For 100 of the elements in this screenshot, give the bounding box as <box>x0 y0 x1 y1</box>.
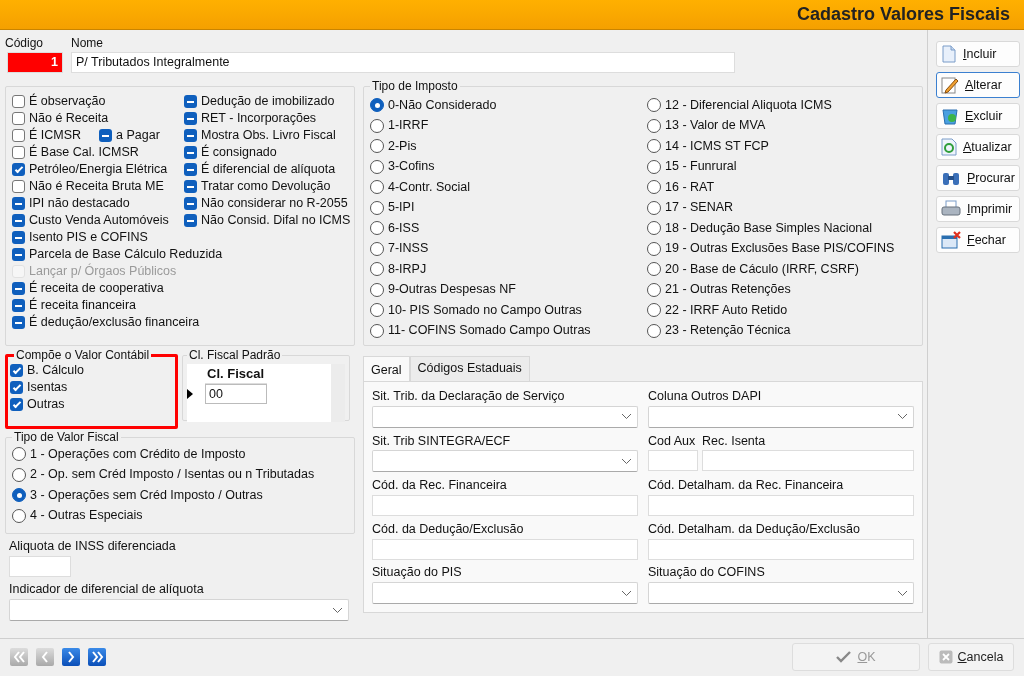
checkbox[interactable] <box>12 112 25 125</box>
checkbox[interactable] <box>12 163 25 176</box>
radio-button[interactable] <box>647 200 661 215</box>
next-button[interactable] <box>62 648 80 666</box>
radio-button[interactable] <box>370 139 384 154</box>
checkbox-label: É observação <box>29 92 106 111</box>
radio-label: 2 - Op. sem Créd Imposto / Isentas ou n Tributadas <box>30 466 315 484</box>
checkbox-label: É dedução/exclusão financeira <box>29 313 200 332</box>
radio-label: 22 - IRRF Auto Retido <box>665 301 788 319</box>
input-field[interactable] <box>648 538 914 560</box>
radio-button[interactable] <box>370 303 384 318</box>
last-button[interactable] <box>88 648 106 666</box>
toolbar-button[interactable]: Imprimir <box>936 196 1020 222</box>
radio-button[interactable] <box>647 221 661 236</box>
checkbox-label: Outras <box>27 396 65 414</box>
radio-button[interactable] <box>370 282 384 297</box>
checkbox[interactable] <box>12 299 25 312</box>
radio-button[interactable] <box>12 467 26 482</box>
radio-button[interactable] <box>647 118 661 133</box>
checkbox[interactable] <box>10 364 23 377</box>
checkbox[interactable] <box>12 129 25 142</box>
radio-button[interactable] <box>370 221 384 236</box>
checkbox[interactable] <box>184 95 197 108</box>
checkbox-label: RET - Incorporações <box>201 110 317 128</box>
checkbox[interactable] <box>12 180 25 193</box>
input-field[interactable] <box>648 494 914 516</box>
checkbox[interactable] <box>184 197 197 210</box>
toolbar-button[interactable]: Atualizar <box>936 134 1020 160</box>
radio-label: 20 - Base de Cáculo (IRRF, CSRF) <box>665 260 859 278</box>
input-field[interactable] <box>702 450 914 472</box>
toolbar-button[interactable]: Alterar <box>936 72 1020 98</box>
checkbox[interactable] <box>12 197 25 210</box>
radio-button[interactable] <box>647 241 661 256</box>
radio-button[interactable] <box>370 118 384 133</box>
toolbar-button[interactable]: Procurar <box>936 165 1020 191</box>
checkbox-label: Custo Venda Automóveis <box>29 212 169 230</box>
checkbox-label: Lançar p/ Órgaos Públicos <box>29 262 177 280</box>
checkbox[interactable] <box>184 146 197 159</box>
checkbox[interactable] <box>10 381 23 394</box>
radio-button[interactable] <box>647 323 661 338</box>
checkbox[interactable] <box>12 316 25 329</box>
field-label: Indicador de diferencial de alíquota <box>9 581 205 599</box>
radio-label: 17 - SENAR <box>665 199 734 217</box>
radio-button[interactable] <box>370 241 384 256</box>
toolbar-button[interactable]: Incluir <box>936 41 1020 67</box>
checkbox-label: É Base Cal. ICMSR <box>29 143 139 162</box>
checkbox[interactable] <box>12 95 25 108</box>
input-field[interactable] <box>9 556 71 577</box>
radio-label: 4-Contr. Social <box>388 178 470 196</box>
field-label: Sit. Trib SINTEGRA/ECF <box>372 432 512 450</box>
radio-label: 6-ISS <box>388 219 420 237</box>
radio-label: 16 - RAT <box>665 178 715 196</box>
radio-button[interactable] <box>647 98 661 113</box>
dialog-button[interactable]: Cancela <box>928 643 1014 671</box>
radio-button[interactable] <box>370 262 384 277</box>
checkbox[interactable] <box>10 398 23 411</box>
input-field[interactable] <box>372 538 638 560</box>
checkbox[interactable] <box>184 214 197 227</box>
checkbox[interactable] <box>12 231 25 244</box>
radio-button[interactable] <box>370 323 384 338</box>
checkbox[interactable] <box>12 146 25 159</box>
checkbox[interactable] <box>12 282 25 295</box>
radio-button[interactable] <box>647 180 661 195</box>
tab[interactable]: Geral <box>363 356 410 382</box>
tab[interactable]: Códigos Estaduais <box>409 356 530 381</box>
radio-button[interactable] <box>647 303 661 318</box>
check-icon <box>14 164 23 173</box>
name-field[interactable]: P/ Tributados Integralmente <box>71 52 735 73</box>
radio-button[interactable] <box>370 159 384 174</box>
radio-button[interactable] <box>647 282 661 297</box>
checkbox[interactable] <box>184 180 197 193</box>
input-field[interactable] <box>372 494 638 516</box>
radio-button[interactable] <box>647 262 661 277</box>
checkbox-label: Parcela de Base Cálculo Reduzida <box>29 246 223 263</box>
toolbar-button[interactable]: Fechar <box>936 227 1020 253</box>
field-label: Sit. Trib. da Declaração de Serviço <box>372 388 566 405</box>
checkbox[interactable] <box>12 214 25 227</box>
scrollbar[interactable] <box>331 364 345 422</box>
radio-label: 5-IPI <box>388 199 415 217</box>
radio-button[interactable] <box>647 139 661 154</box>
radio-button[interactable] <box>12 488 26 503</box>
radio-button[interactable] <box>370 180 384 195</box>
checkbox-label: Não Consid. Difal no ICMS <box>201 212 351 230</box>
radio-button[interactable] <box>12 508 26 523</box>
checkbox[interactable] <box>184 163 197 176</box>
field-label: Aliquota de INSS diferenciada <box>9 538 177 556</box>
checkbox[interactable] <box>12 248 25 261</box>
radio-button[interactable] <box>370 200 384 215</box>
radio-label: 11- COFINS Somado Campo Outras <box>388 322 591 340</box>
checkbox[interactable] <box>99 129 113 142</box>
table-cell[interactable]: 00 <box>205 384 267 404</box>
checkbox[interactable] <box>184 112 197 125</box>
checkbox-label: É ICMSR <box>29 126 82 144</box>
toolbar-button[interactable]: Excluir <box>936 103 1020 129</box>
radio-button[interactable] <box>12 447 26 462</box>
code-field[interactable]: 1 <box>7 52 63 73</box>
input-field[interactable] <box>648 450 698 472</box>
checkbox[interactable] <box>184 129 197 142</box>
radio-button[interactable] <box>647 159 661 174</box>
radio-button[interactable] <box>370 98 384 113</box>
